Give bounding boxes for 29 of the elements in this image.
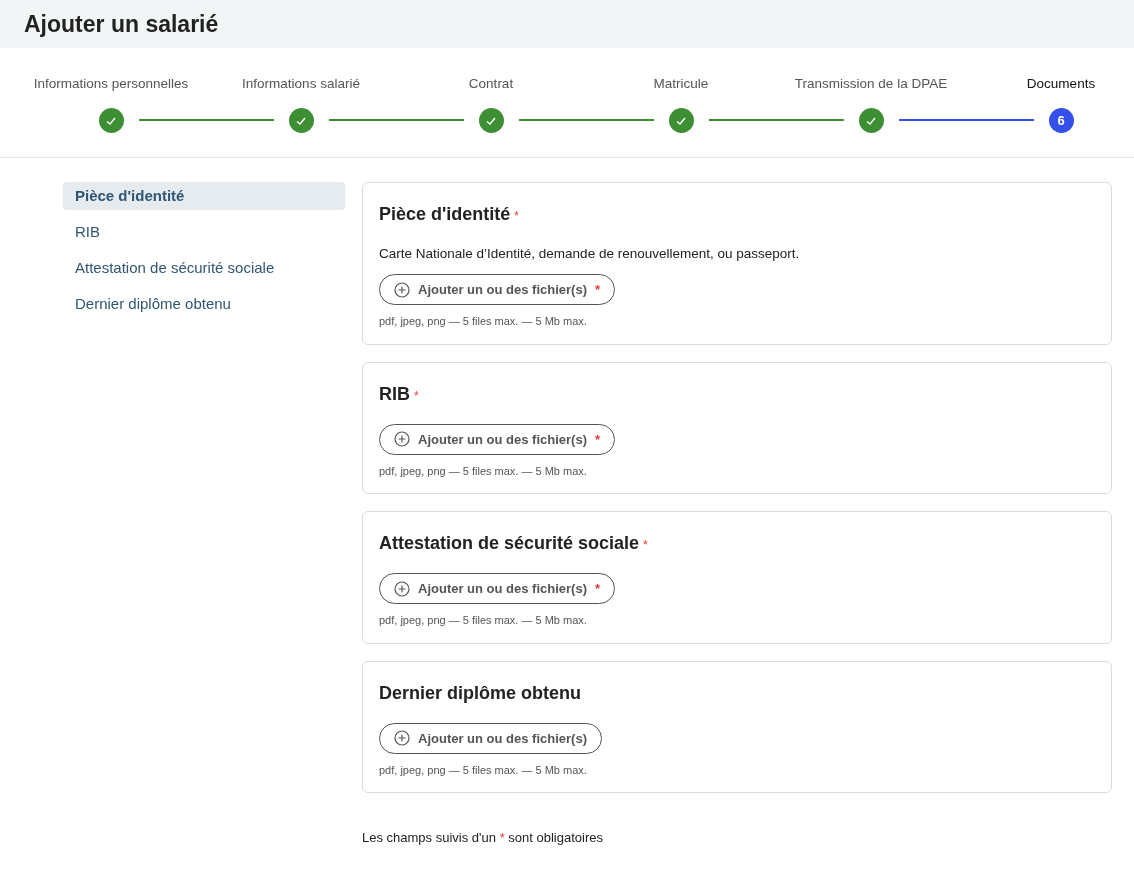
required-note: Les champs suivis d'un * sont obligatoires [362, 829, 604, 848]
plus-circle-icon [394, 431, 410, 448]
step-label: Informations salarié [242, 75, 360, 93]
step-label: Matricule [653, 75, 709, 93]
sidebar-item[interactable]: Attestation de sécurité sociale [63, 254, 345, 282]
sidebar-item[interactable]: RIB [63, 218, 345, 246]
file-hint: pdf, jpeg, png — 5 files max. — 5 Mb max. [379, 463, 588, 479]
plus-circle-icon [394, 730, 410, 747]
plus-circle-icon [394, 580, 410, 597]
card-description: Carte Nationale d’Identité, demande de renouvellement, ou passeport. [379, 245, 801, 263]
card-title: Attestation de sécurité sociale [379, 532, 640, 556]
step-label: Informations personnelles [33, 75, 189, 93]
required-mark: * [643, 537, 648, 555]
step-indicator: 6 [1048, 108, 1074, 133]
step-label: Transmission de la DPAE [794, 75, 948, 93]
window-title: Ajouter un salarié [24, 9, 219, 39]
step-label: Contrat [468, 75, 514, 93]
file-hint: pdf, jpeg, png — 5 files max. — 5 Mb max. [379, 762, 588, 778]
step-label: Documents [1026, 75, 1096, 93]
file-hint: pdf, jpeg, png — 5 files max. — 5 Mb max. [379, 613, 588, 629]
card-title: RIB [379, 382, 410, 406]
card-title: Dernier diplôme obtenu [379, 681, 582, 705]
card-title: Pièce d'identité [379, 203, 511, 226]
file-hint: pdf, jpeg, png — 5 files max. — 5 Mb max. [379, 314, 588, 330]
required-mark: * [514, 208, 519, 225]
sidebar-item[interactable]: Pièce d'identité [63, 182, 345, 210]
sidebar-item[interactable]: Dernier diplôme obtenu [63, 290, 345, 318]
plus-circle-icon [394, 281, 410, 298]
required-mark: * [414, 387, 419, 405]
